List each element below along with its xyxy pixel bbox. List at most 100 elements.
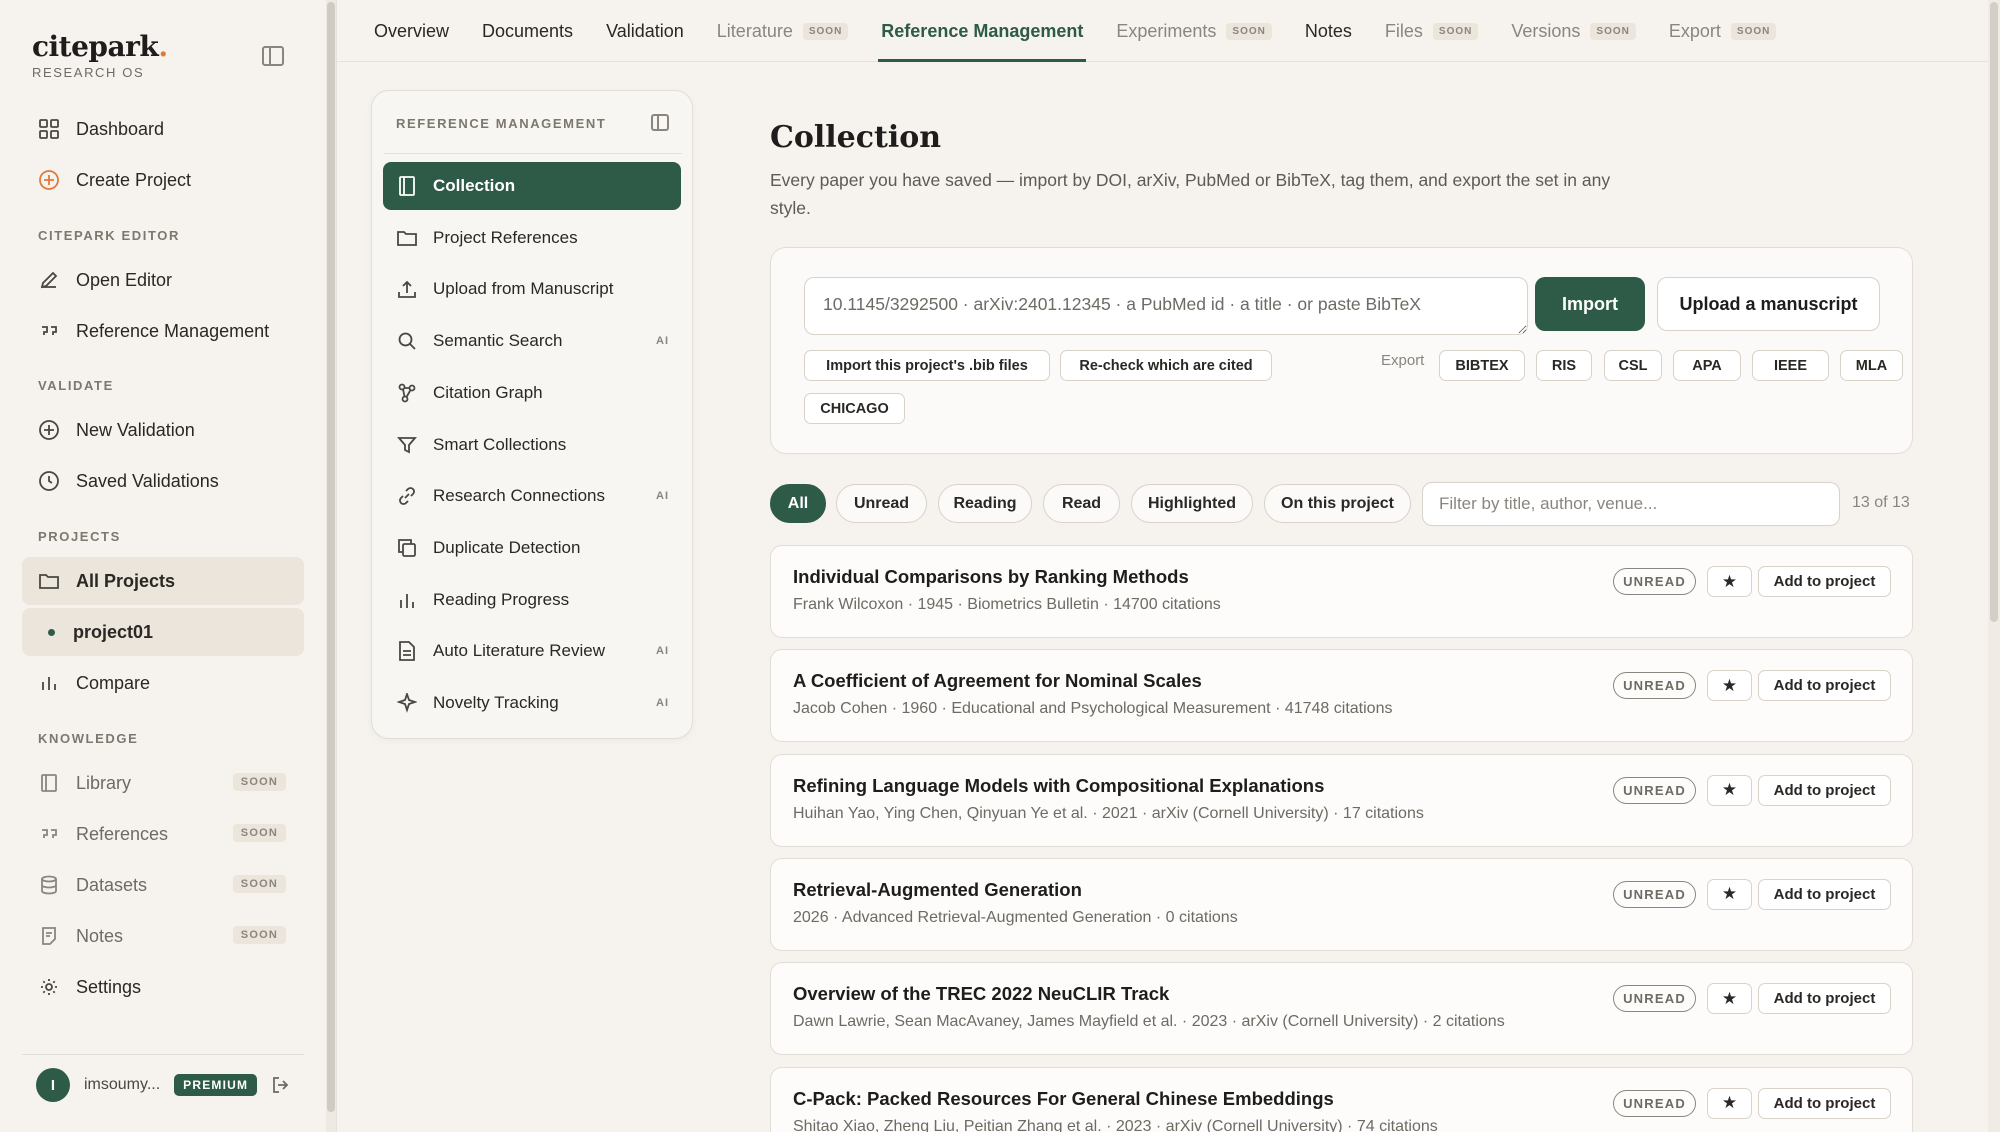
paper-card[interactable]: Refining Language Models with Compositio… bbox=[770, 753, 1913, 847]
star-button[interactable]: ★ bbox=[1707, 983, 1752, 1015]
panel-item-citation-graph[interactable]: Citation Graph bbox=[383, 369, 681, 417]
panel-item-duplicate-detection[interactable]: Duplicate Detection bbox=[383, 524, 681, 572]
star-button[interactable]: ★ bbox=[1707, 878, 1752, 910]
add-to-project-button[interactable]: Add to project bbox=[1758, 878, 1891, 910]
paper-title[interactable]: A Coefficient of Agreement for Nominal S… bbox=[793, 670, 1202, 692]
tab-notes[interactable]: Notes bbox=[1305, 0, 1352, 62]
paper-title[interactable]: C-Pack: Packed Resources For General Chi… bbox=[793, 1088, 1334, 1110]
sidebar-item-create-project[interactable]: Create Project bbox=[22, 156, 304, 204]
paper-card[interactable]: Overview of the TREC 2022 NeuCLIR Track D… bbox=[770, 962, 1913, 1056]
import-bib-button[interactable]: Import this project's .bib files bbox=[804, 350, 1050, 381]
tab-documents[interactable]: Documents bbox=[482, 0, 573, 62]
star-button[interactable]: ★ bbox=[1707, 774, 1752, 806]
panel-item-collection[interactable]: Collection bbox=[383, 162, 681, 210]
export-csl-button[interactable]: CSL bbox=[1604, 350, 1662, 381]
export-chicago-button[interactable]: CHICAGO bbox=[804, 393, 905, 424]
paper-card[interactable]: C-Pack: Packed Resources For General Chi… bbox=[770, 1066, 1913, 1132]
panel-collapse-icon[interactable] bbox=[651, 114, 669, 131]
add-to-project-button[interactable]: Add to project bbox=[1758, 670, 1891, 702]
panel-item-reading-progress[interactable]: Reading Progress bbox=[383, 576, 681, 624]
star-button[interactable]: ★ bbox=[1707, 566, 1752, 597]
tab-literature[interactable]: Literature SOON bbox=[717, 0, 849, 62]
status-badge[interactable]: UNREAD bbox=[1613, 880, 1696, 908]
paper-title[interactable]: Retrieval-Augmented Generation bbox=[793, 879, 1082, 901]
avatar[interactable]: I bbox=[36, 1068, 70, 1102]
sidebar-item-project01[interactable]: project01 bbox=[22, 608, 304, 656]
sidebar-item-library[interactable]: Library SOON bbox=[22, 759, 304, 807]
export-ieee-button[interactable]: IEEE bbox=[1752, 350, 1829, 381]
status-badge[interactable]: UNREAD bbox=[1613, 776, 1696, 804]
tab-export[interactable]: Export SOON bbox=[1669, 0, 1777, 62]
sidebar-scrollbar-thumb[interactable] bbox=[327, 2, 335, 1112]
tab-experiments[interactable]: Experiments SOON bbox=[1116, 0, 1272, 62]
panel-item-upload-from-manuscript[interactable]: Upload from Manuscript bbox=[383, 265, 681, 313]
tab-files[interactable]: Files SOON bbox=[1385, 0, 1479, 62]
export-apa-button[interactable]: APA bbox=[1673, 350, 1741, 381]
import-button[interactable]: Import bbox=[1535, 277, 1645, 331]
paper-title[interactable]: Overview of the TREC 2022 NeuCLIR Track bbox=[793, 983, 1169, 1005]
sidebar-item-datasets[interactable]: Datasets SOON bbox=[22, 861, 304, 909]
folder-icon bbox=[397, 228, 417, 248]
export-ris-button[interactable]: RIS bbox=[1536, 350, 1592, 381]
status-badge[interactable]: UNREAD bbox=[1613, 568, 1696, 595]
sidebar-item-compare[interactable]: Compare bbox=[22, 659, 304, 707]
main-scrollbar[interactable] bbox=[1988, 0, 2000, 1132]
import-input[interactable] bbox=[804, 277, 1528, 335]
main-scrollbar-thumb[interactable] bbox=[1990, 2, 1998, 622]
panel-item-novelty-tracking[interactable]: Novelty Tracking AI bbox=[383, 679, 681, 727]
panel-item-research-connections[interactable]: Research Connections AI bbox=[383, 472, 681, 520]
paper-title[interactable]: Individual Comparisons by Ranking Method… bbox=[793, 566, 1189, 588]
sidebar-item-all-projects[interactable]: All Projects bbox=[22, 557, 304, 605]
sidebar-item-label: Notes bbox=[76, 925, 124, 946]
sidebar-item-dashboard[interactable]: Dashboard bbox=[22, 105, 304, 153]
tab-versions[interactable]: Versions SOON bbox=[1511, 0, 1636, 62]
sparkle-icon bbox=[397, 693, 417, 713]
recheck-cited-button[interactable]: Re-check which are cited bbox=[1060, 350, 1272, 381]
status-badge[interactable]: UNREAD bbox=[1613, 985, 1696, 1013]
paper-card[interactable]: Individual Comparisons by Ranking Method… bbox=[770, 545, 1913, 638]
tab-validation[interactable]: Validation bbox=[606, 0, 684, 62]
logout-icon[interactable] bbox=[271, 1075, 291, 1095]
star-button[interactable]: ★ bbox=[1707, 670, 1752, 702]
export-bibtex-button[interactable]: BIBTEX bbox=[1439, 350, 1525, 381]
sidebar-scrollbar[interactable] bbox=[326, 0, 336, 1132]
filter-input[interactable] bbox=[1422, 482, 1840, 526]
sidebar-item-notes[interactable]: Notes SOON bbox=[22, 912, 304, 960]
status-badge[interactable]: UNREAD bbox=[1613, 1089, 1696, 1117]
tab-overview[interactable]: Overview bbox=[374, 0, 449, 62]
sidebar-item-new-validation[interactable]: New Validation bbox=[22, 406, 304, 454]
sidebar-item-reference-management[interactable]: Reference Management bbox=[22, 307, 304, 355]
add-to-project-button[interactable]: Add to project bbox=[1758, 566, 1891, 597]
export-mla-button[interactable]: MLA bbox=[1840, 350, 1903, 381]
star-button[interactable]: ★ bbox=[1707, 1087, 1752, 1119]
panel-item-label: Project References bbox=[433, 227, 578, 247]
paper-card[interactable]: Retrieval-Augmented Generation 2026 · Adv… bbox=[770, 857, 1913, 951]
filter-reading[interactable]: Reading bbox=[938, 484, 1032, 523]
filter-highlighted[interactable]: Highlighted bbox=[1131, 484, 1253, 523]
add-to-project-button[interactable]: Add to project bbox=[1758, 774, 1891, 806]
filter-unread[interactable]: Unread bbox=[836, 484, 927, 523]
paper-card[interactable]: A Coefficient of Agreement for Nominal S… bbox=[770, 649, 1913, 743]
brand-logo[interactable]: citepark. RESEARCH OS bbox=[32, 30, 168, 80]
user-profile[interactable]: I imsoumy... PREMIUM bbox=[36, 1068, 291, 1102]
panel-item-project-references[interactable]: Project References bbox=[383, 214, 681, 262]
panel-item-semantic-search[interactable]: Semantic Search AI bbox=[383, 317, 681, 365]
sidebar-item-references[interactable]: References SOON bbox=[22, 810, 304, 858]
tab-reference-management[interactable]: Reference Management bbox=[878, 0, 1087, 62]
add-to-project-button[interactable]: Add to project bbox=[1758, 1087, 1891, 1119]
sidebar-item-saved-validations[interactable]: Saved Validations bbox=[22, 457, 304, 505]
filter-read[interactable]: Read bbox=[1043, 484, 1120, 523]
sidebar-collapse-icon[interactable] bbox=[262, 46, 284, 66]
sidebar-item-open-editor[interactable]: Open Editor bbox=[22, 256, 304, 304]
status-badge[interactable]: UNREAD bbox=[1613, 672, 1696, 700]
upload-manuscript-button[interactable]: Upload a manuscript bbox=[1657, 277, 1880, 331]
sidebar-item-settings[interactable]: Settings bbox=[22, 963, 304, 1011]
panel-item-smart-collections[interactable]: Smart Collections bbox=[383, 421, 681, 469]
add-to-project-button[interactable]: Add to project bbox=[1758, 983, 1891, 1015]
filter-all[interactable]: All bbox=[770, 484, 826, 523]
filter-on-this-project[interactable]: On this project bbox=[1264, 484, 1411, 523]
paper-title[interactable]: Refining Language Models with Compositio… bbox=[793, 775, 1324, 797]
ai-badge: AI bbox=[656, 697, 669, 709]
ai-badge: AI bbox=[656, 335, 669, 348]
panel-item-auto-literature-review[interactable]: Auto Literature Review AI bbox=[383, 627, 681, 675]
